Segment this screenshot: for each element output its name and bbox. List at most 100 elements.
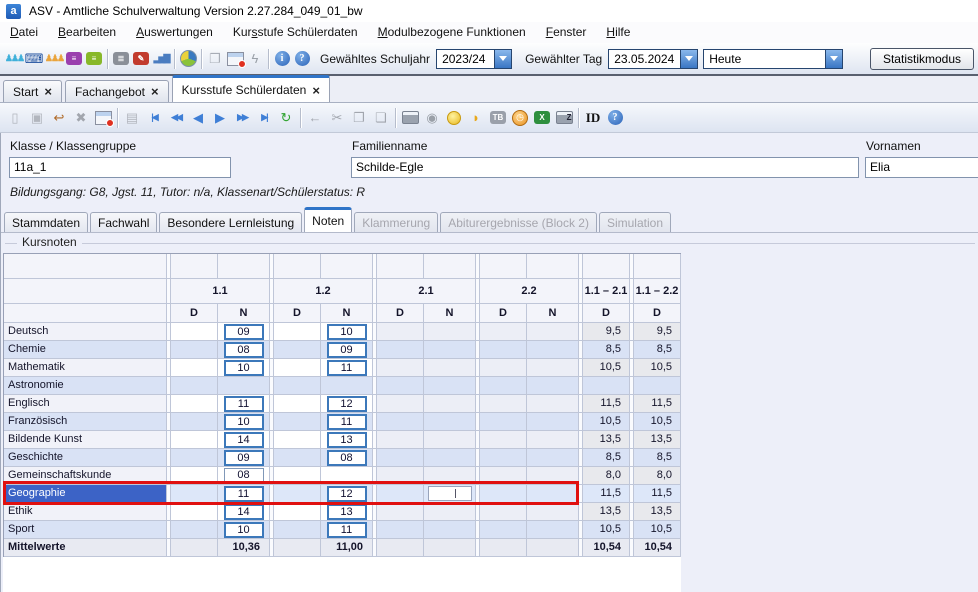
addressbook-icon[interactable]: ≣: [111, 47, 131, 71]
tab-stammdaten[interactable]: Stammdaten: [4, 212, 88, 232]
grade-input[interactable]: 09: [224, 450, 264, 466]
subject-cell[interactable]: Ethik: [4, 503, 167, 521]
print-list-icon[interactable]: Z: [553, 106, 575, 130]
grade-input[interactable]: 10: [224, 522, 264, 538]
flash-disabled-icon[interactable]: ϟ: [245, 47, 265, 71]
hint-icon[interactable]: [443, 106, 465, 130]
subject-cell[interactable]: Geschichte: [4, 449, 167, 467]
menu-fenster[interactable]: Fenster: [536, 22, 597, 43]
subject-cell[interactable]: Geographie: [4, 485, 167, 503]
grade-input[interactable]: 10: [224, 360, 264, 376]
record-card-disabled-icon[interactable]: ▤: [121, 106, 143, 130]
menu-auswertungen[interactable]: Auswertungen: [126, 22, 223, 43]
menu-kursstufe-schuelerdaten[interactable]: Kursstufe Schülerdaten: [223, 22, 368, 43]
menu-hilfe[interactable]: Hilfe: [596, 22, 640, 43]
familienname-input[interactable]: Schilde-Egle: [351, 157, 859, 178]
grade-input[interactable]: 11: [327, 522, 367, 538]
new-record-disabled-icon[interactable]: ▯: [4, 106, 26, 130]
tab-fachwahl[interactable]: Fachwahl: [90, 212, 157, 232]
subject-cell[interactable]: Gemeinschaftskunde: [4, 467, 167, 485]
refresh-icon[interactable]: ↻: [275, 106, 297, 130]
staff-icon[interactable]: ♟♟♟: [44, 47, 64, 71]
subject-cell[interactable]: Astronomie: [4, 377, 167, 395]
window-remove-icon[interactable]: [225, 47, 245, 71]
excel-icon[interactable]: X: [531, 106, 553, 130]
print-icon[interactable]: [399, 106, 421, 130]
preset-select[interactable]: Heute: [703, 49, 843, 69]
grade-input[interactable]: 11: [224, 486, 264, 502]
grade-input[interactable]: 08: [224, 468, 264, 483]
notify-icon[interactable]: ◗: [465, 106, 487, 130]
delete-icon[interactable]: ✖: [70, 106, 92, 130]
tab-noten[interactable]: Noten: [304, 207, 352, 232]
discard-icon[interactable]: [92, 106, 114, 130]
subject-cell[interactable]: Sport: [4, 521, 167, 539]
menu-bearbeiten[interactable]: Bearbeiten: [48, 22, 126, 43]
tag-select[interactable]: 23.05.2024: [608, 49, 698, 69]
note-green-icon[interactable]: ≡: [84, 47, 104, 71]
back-disabled-icon[interactable]: ←: [304, 106, 326, 130]
gradebook-icon[interactable]: ✎: [131, 47, 151, 71]
barchart-icon[interactable]: ▂▅▇: [151, 47, 171, 71]
nav-prev-icon[interactable]: ◀: [187, 106, 209, 130]
subject-cell[interactable]: Englisch: [4, 395, 167, 413]
grade-input[interactable]: 09: [224, 324, 264, 340]
menu-datei[interactable]: Datei: [0, 22, 48, 43]
chevron-down-icon[interactable]: [494, 50, 511, 68]
grade-input[interactable]: 11: [327, 414, 367, 430]
grade-input[interactable]: 12: [327, 486, 367, 502]
pupils-icon[interactable]: ♟♟♟: [4, 47, 24, 71]
planned-values-icon[interactable]: ◷: [509, 106, 531, 130]
id-icon[interactable]: ID: [582, 106, 604, 130]
grade-input[interactable]: 13: [327, 432, 367, 448]
grade-input[interactable]: 14: [224, 432, 264, 448]
grade-input-focused[interactable]: [428, 486, 472, 501]
grade-input[interactable]: 08: [224, 342, 264, 358]
vornamen-input[interactable]: Elia: [865, 157, 978, 178]
tab-besondere-lernleistung[interactable]: Besondere Lernleistung: [159, 212, 302, 232]
grade-input[interactable]: 11: [327, 360, 367, 376]
help-icon[interactable]: ?: [292, 47, 312, 71]
grade-input[interactable]: 08: [327, 450, 367, 466]
tb-icon[interactable]: TB: [487, 106, 509, 130]
note-purple-icon[interactable]: ≡: [64, 47, 84, 71]
close-icon[interactable]: ×: [312, 84, 320, 97]
grade-input[interactable]: 10: [327, 324, 367, 340]
chevron-down-icon[interactable]: [680, 50, 697, 68]
preview-disabled-icon[interactable]: ◉: [421, 106, 443, 130]
schuljahr-select[interactable]: 2023/24: [436, 49, 512, 69]
subject-cell[interactable]: Deutsch: [4, 323, 167, 341]
subject-cell[interactable]: Bildende Kunst: [4, 431, 167, 449]
grade-input[interactable]: 14: [224, 504, 264, 520]
nav-prev-fast-icon[interactable]: ◀◀: [165, 106, 187, 130]
grade-input[interactable]: 11: [224, 396, 264, 412]
close-icon[interactable]: ×: [44, 85, 52, 98]
keyboard-icon[interactable]: ⌨: [24, 47, 44, 71]
nav-first-icon[interactable]: |◀: [143, 106, 165, 130]
help2-icon[interactable]: ?: [604, 106, 626, 130]
cut-disabled-icon[interactable]: ✂: [326, 106, 348, 130]
menu-modulbezogene-funktionen[interactable]: Modulbezogene Funktionen: [368, 22, 536, 43]
chevron-down-icon[interactable]: [825, 50, 842, 68]
piechart-icon[interactable]: [178, 47, 198, 71]
tab-start[interactable]: Start×: [3, 80, 62, 102]
subject-cell[interactable]: Chemie: [4, 341, 167, 359]
klasse-input[interactable]: 11a_1: [9, 157, 231, 178]
grade-input[interactable]: 12: [327, 396, 367, 412]
grade-input[interactable]: 09: [327, 342, 367, 358]
nav-last-icon[interactable]: ▶|: [253, 106, 275, 130]
tab-fachangebot[interactable]: Fachangebot×: [65, 80, 169, 102]
clipboard-disabled-icon[interactable]: ❐: [205, 47, 225, 71]
info-icon[interactable]: i: [272, 47, 292, 71]
nav-next-fast-icon[interactable]: ▶▶: [231, 106, 253, 130]
subject-cell[interactable]: Französisch: [4, 413, 167, 431]
statistikmodus-button[interactable]: Statistikmodus: [870, 48, 974, 70]
grade-input[interactable]: 10: [224, 414, 264, 430]
tab-kursstufe-schuelerdaten[interactable]: Kursstufe Schülerdaten×: [172, 75, 330, 102]
copy-disabled-icon[interactable]: ❐: [348, 106, 370, 130]
close-icon[interactable]: ×: [151, 85, 159, 98]
paste-disabled-icon[interactable]: ❏: [370, 106, 392, 130]
subject-cell[interactable]: Mathematik: [4, 359, 167, 377]
nav-next-icon[interactable]: ▶: [209, 106, 231, 130]
grade-input[interactable]: 13: [327, 504, 367, 520]
